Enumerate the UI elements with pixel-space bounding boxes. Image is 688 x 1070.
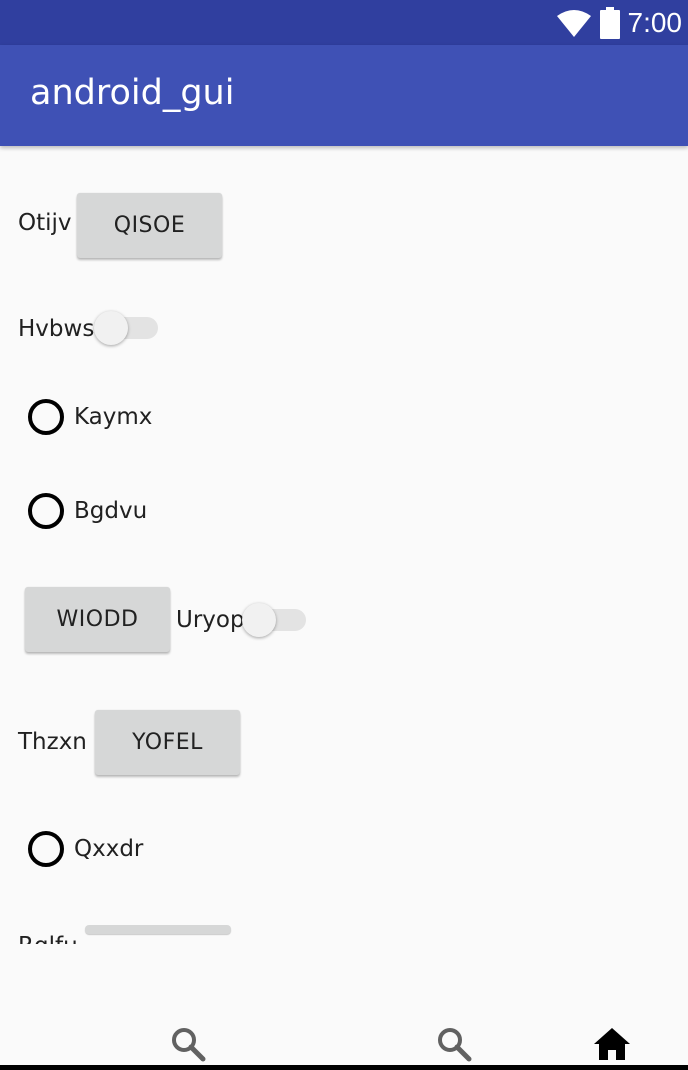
kaymx-label: Kaymx [74, 404, 153, 430]
uryop-label: Uryop [176, 607, 245, 633]
status-time: 7:00 [627, 6, 683, 38]
search-icon[interactable] [436, 1026, 472, 1062]
app-title: android_gui [30, 73, 235, 113]
battery-icon [599, 6, 620, 39]
qisoe-button[interactable]: QISOE [77, 193, 222, 258]
bgdvu-radio[interactable]: Bgdvu [28, 493, 147, 529]
rglfu-seekbar[interactable] [85, 925, 231, 934]
hvbws-label: Hvbws [18, 316, 95, 342]
hvbws-switch[interactable] [94, 307, 160, 347]
switch-thumb [94, 311, 128, 345]
content-area[interactable]: Otijv QISOE Hvbws Kaymx Bgdvu WIODD Uryo… [0, 146, 688, 944]
home-icon[interactable] [594, 1028, 630, 1060]
status-bar: 7:00 [0, 0, 688, 45]
rglfu-label: Rglfu [18, 933, 78, 944]
thzxn-label: Thzxn [18, 729, 87, 755]
radio-circle-icon [28, 831, 64, 867]
bottom-nav [0, 944, 688, 1070]
kaymx-radio[interactable]: Kaymx [28, 399, 152, 435]
uryop-switch[interactable] [242, 599, 308, 639]
bottom-edge [0, 1065, 688, 1070]
search-icon[interactable] [170, 1026, 206, 1062]
radio-circle-icon [28, 493, 64, 529]
status-icons: 7:00 [556, 0, 683, 45]
yofel-button[interactable]: YOFEL [95, 710, 240, 775]
radio-circle-icon [28, 399, 64, 435]
screen: 7:00 android_gui Otijv QISOE Hvbws Kaymx… [0, 0, 688, 1070]
bgdvu-label: Bgdvu [74, 498, 148, 524]
wiodd-button[interactable]: WIODD [25, 587, 170, 652]
wifi-icon [556, 9, 591, 37]
switch-thumb [242, 603, 276, 637]
otijv-label: Otijv [18, 210, 72, 236]
qxxdr-label: Qxxdr [74, 836, 144, 862]
app-bar: android_gui [0, 45, 688, 146]
qxxdr-radio[interactable]: Qxxdr [28, 831, 143, 867]
